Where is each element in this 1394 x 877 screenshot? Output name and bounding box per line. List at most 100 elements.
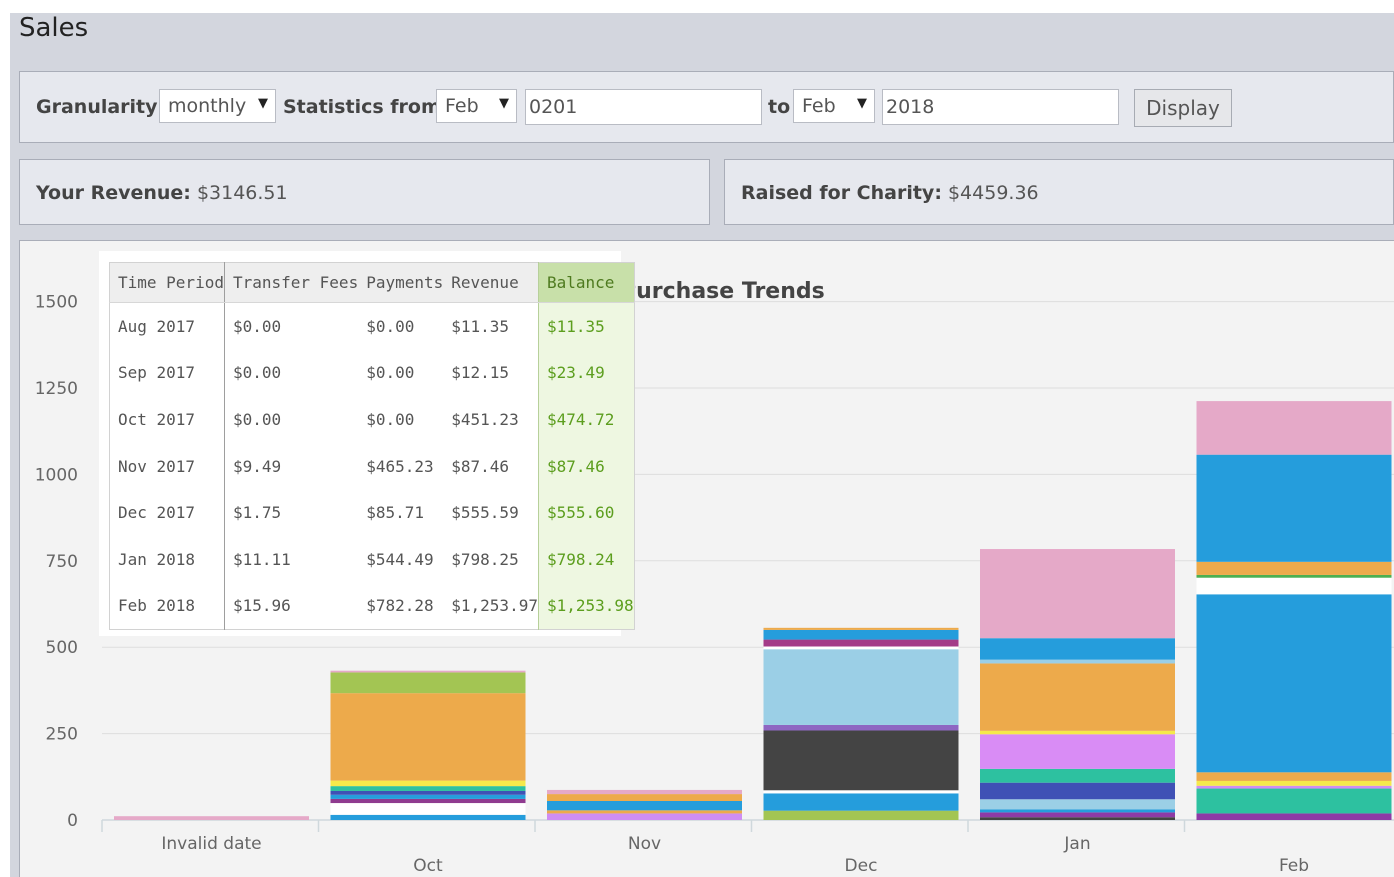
bar-segment	[330, 780, 526, 787]
from-year-input[interactable]: 0201	[525, 89, 762, 125]
bar-segment	[980, 549, 1175, 639]
page-title: Sales	[19, 13, 89, 43]
payments-cell: $85.71	[366, 503, 424, 523]
granularity-select[interactable]: monthly ▼	[159, 89, 276, 123]
bar-segment	[1196, 780, 1392, 786]
bar-segment	[547, 810, 742, 814]
time-period-cell: Dec 2017	[109, 489, 225, 536]
balance-cell: $474.72	[537, 396, 635, 443]
to-month-select[interactable]: Feb ▼	[793, 89, 875, 123]
payments-cell: $782.28	[366, 596, 434, 616]
x-category-label: Jan	[1063, 834, 1090, 854]
bar-segment	[980, 663, 1175, 731]
bar-segment	[763, 646, 959, 650]
y-tick-label: 750	[46, 552, 78, 572]
purchase-trends-chart: 0 250 500 750 1000 1250 1500 Invalid date Oct Nov…	[19, 240, 1394, 877]
revenue-cell: $451.23	[451, 409, 519, 429]
payments-cell: $0.00	[366, 316, 415, 336]
to-year-input[interactable]: 2018	[882, 89, 1119, 125]
y-tick-label: 0	[67, 811, 78, 831]
charity-panel: Raised for Charity: $4459.36	[724, 159, 1394, 225]
y-tick-label: 250	[46, 725, 78, 745]
from-month-select[interactable]: Feb ▼	[436, 89, 517, 123]
bar-segment	[330, 794, 526, 799]
header-payments: Payments	[358, 262, 444, 303]
time-period-cell: Oct 2017	[109, 396, 225, 443]
header-revenue: Revenue	[443, 262, 539, 303]
balance-cell: $11.35	[537, 302, 635, 350]
transfer-fees-cell: $9.49	[232, 456, 282, 476]
x-category-label: Feb	[1279, 856, 1309, 876]
bar-segment	[547, 789, 742, 795]
table-header-row: Time Period Transfer Fees Payments Reven…	[109, 262, 635, 303]
chevron-down-icon: ▼	[258, 96, 268, 111]
sales-page: Sales Granularity monthly ▼ Statistics f…	[10, 13, 1394, 877]
revenue-stat: Your Revenue: $3146.51	[36, 182, 288, 204]
balance-cell: $23.49	[537, 349, 635, 397]
x-category-label: Dec	[845, 856, 878, 876]
to-month-value: Feb	[802, 95, 836, 117]
display-button[interactable]: Display	[1134, 89, 1232, 127]
chevron-down-icon: ▼	[499, 96, 509, 111]
tooltip-table-panel: Time Period Transfer Fees Payments Reven…	[99, 251, 635, 636]
y-tick-label: 1250	[35, 379, 78, 399]
bar-segment	[980, 799, 1175, 810]
time-period-cell: Aug 2017	[109, 302, 225, 350]
statistics-from-label: Statistics from	[283, 96, 441, 118]
y-tick-label: 1500	[35, 293, 78, 313]
bar-segment	[980, 730, 1175, 735]
y-tick-label: 1000	[35, 465, 78, 485]
bar-segment	[1196, 785, 1392, 789]
bar-segment	[763, 649, 959, 725]
filter-bar: Granularity monthly ▼ Statistics from Fe…	[19, 71, 1394, 143]
bar-segment	[547, 813, 742, 820]
y-tick-label: 500	[46, 638, 78, 658]
transfer-fees-cell: $0.00	[232, 363, 282, 383]
bar-segment	[330, 670, 526, 673]
bar-segment	[1196, 454, 1392, 562]
header-transfer-fees: Transfer Fees	[224, 262, 359, 303]
table-row: Jan 2018 $11.11 $544.49 $798.25 $798.24	[109, 535, 635, 583]
charity-stat: Raised for Charity: $4459.36	[741, 182, 1039, 204]
bar-segment	[1196, 561, 1392, 575]
table-row: Feb 2018 $15.96 $782.28 $1,253.97 $1,253.98	[109, 582, 635, 630]
bar-segment	[330, 693, 526, 781]
bar-segment	[763, 793, 959, 811]
bar-segment	[763, 790, 959, 794]
to-label: to	[768, 96, 791, 118]
x-category-label: Oct	[413, 856, 443, 876]
bar-segment	[330, 786, 526, 791]
table-row: Sep 2017 $0.00 $0.00 $12.15 $23.49	[109, 349, 635, 397]
balance-cell: $555.60	[537, 489, 635, 536]
x-category-label: Invalid date	[161, 834, 261, 854]
bar-segment	[980, 812, 1175, 818]
bar-segment	[330, 803, 526, 815]
bar-segment	[330, 798, 526, 804]
charity-value: $4459.36	[947, 182, 1039, 204]
transfer-fees-cell: $0.00	[232, 316, 282, 336]
bar-segment	[980, 734, 1175, 769]
bar-segment	[980, 768, 1175, 783]
table-row: Dec 2017 $1.75 $85.71 $555.59 $555.60	[109, 489, 635, 536]
from-month-value: Feb	[445, 95, 479, 117]
revenue-value: $3146.51	[196, 182, 288, 204]
header-balance: Balance	[537, 262, 635, 303]
table-row: Nov 2017 $9.49 $465.23 $87.46 $87.46	[109, 442, 635, 490]
bar-segment	[330, 672, 526, 694]
granularity-label: Granularity	[36, 96, 158, 118]
x-category-label: Nov	[628, 834, 661, 854]
bar-segment	[1196, 594, 1392, 773]
bar-segment	[547, 800, 742, 811]
revenue-cell: $1,253.97	[451, 596, 538, 616]
bar-segment	[1196, 788, 1392, 814]
payments-cell: $0.00	[366, 363, 415, 383]
bar-segment	[763, 627, 959, 630]
revenue-cell: $11.35	[451, 316, 510, 336]
bar-segment	[763, 629, 959, 640]
balance-cell: $1,253.98	[537, 582, 635, 630]
transfer-fees-cell: $15.96	[232, 596, 291, 616]
chevron-down-icon: ▼	[857, 96, 867, 111]
bar-segment	[1196, 813, 1392, 820]
time-period-cell: Feb 2018	[109, 582, 225, 630]
revenue-cell: $87.46	[451, 456, 510, 476]
